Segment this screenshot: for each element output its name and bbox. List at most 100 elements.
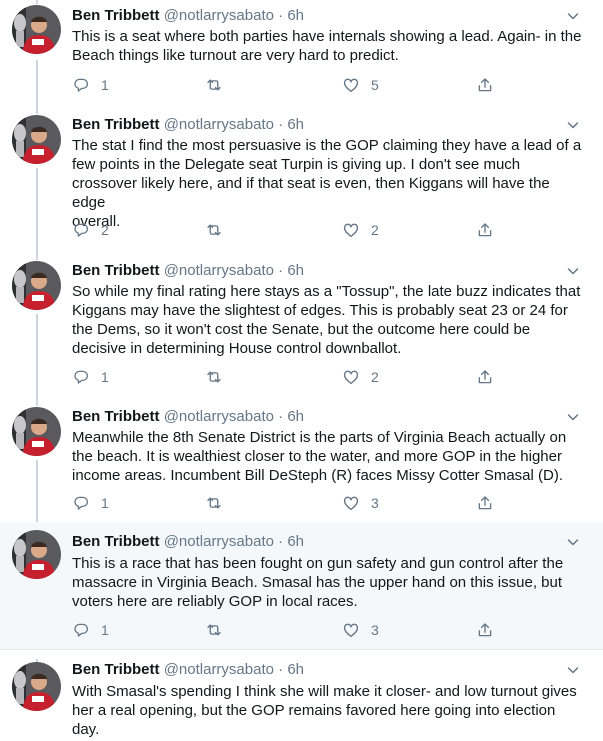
reply-button[interactable]: 1 xyxy=(72,620,109,640)
like-icon xyxy=(342,368,360,386)
like-count: 2 xyxy=(371,222,379,238)
tweet-line: the beach. It is wealthiest closer to th… xyxy=(72,448,562,465)
tweet-line: massacre in Virginia Beach. Smasal has t… xyxy=(72,574,563,591)
author-name[interactable]: Ben Tribbett xyxy=(72,262,160,279)
reply-button[interactable]: 1 xyxy=(72,493,109,513)
like-button[interactable]: 3 xyxy=(342,620,379,640)
avatar[interactable] xyxy=(12,261,61,310)
tweet-line: So while my final rating here stays as a… xyxy=(72,283,581,300)
tweet-line: income areas. Incumbent Bill DeSteph (R)… xyxy=(72,467,563,484)
share-button[interactable] xyxy=(476,75,494,95)
like-count: 5 xyxy=(371,77,379,93)
tweet-3[interactable]: Ben Tribbett @notlarrysabato · 6h So whi… xyxy=(0,258,603,404)
reply-icon xyxy=(72,76,90,94)
tweet-line: the Dems, so it won't cost the Senate, b… xyxy=(72,321,531,338)
share-button[interactable] xyxy=(476,493,494,513)
tweet-4[interactable]: Ben Tribbett @notlarrysabato · 6h Meanwh… xyxy=(0,404,603,522)
like-button[interactable]: 2 xyxy=(342,220,379,240)
author-handle[interactable]: @notlarrysabato xyxy=(164,7,274,24)
like-button[interactable]: 5 xyxy=(342,75,379,95)
tweet-line: This is a race that has been fought on g… xyxy=(72,555,564,572)
author-handle[interactable]: @notlarrysabato xyxy=(164,661,274,678)
avatar[interactable] xyxy=(12,407,61,456)
avatar[interactable] xyxy=(12,115,61,164)
tweet-6[interactable]: Ben Tribbett @notlarrysabato · 6h With S… xyxy=(0,650,603,741)
like-icon xyxy=(342,494,360,512)
author-name[interactable]: Ben Tribbett xyxy=(72,7,160,24)
share-icon xyxy=(476,221,494,239)
like-count: 2 xyxy=(371,369,379,385)
chevron-down-icon[interactable] xyxy=(565,409,581,425)
like-icon xyxy=(342,221,360,239)
separator-dot: · xyxy=(278,262,284,279)
share-button[interactable] xyxy=(476,367,494,387)
author-name[interactable]: Ben Tribbett xyxy=(72,661,160,678)
tweet-text: Meanwhile the 8th Senate District is the… xyxy=(72,428,587,485)
author-handle[interactable]: @notlarrysabato xyxy=(164,116,274,133)
reply-button[interactable]: 1 xyxy=(72,75,109,95)
reply-count: 1 xyxy=(101,495,109,511)
reply-button[interactable]: 1 xyxy=(72,367,109,387)
retweet-button[interactable] xyxy=(205,75,234,95)
timestamp[interactable]: 6h xyxy=(287,116,304,133)
chevron-down-icon[interactable] xyxy=(565,263,581,279)
reply-icon xyxy=(72,368,90,386)
share-icon xyxy=(476,494,494,512)
avatar[interactable] xyxy=(12,530,61,579)
separator-dot: · xyxy=(278,408,284,425)
reply-count: 1 xyxy=(101,77,109,93)
tweet-1[interactable]: Ben Tribbett @notlarrysabato · 6h This i… xyxy=(0,0,603,112)
tweet-text: This is a race that has been fought on g… xyxy=(72,554,587,611)
reply-button[interactable]: 2 xyxy=(72,220,109,240)
tweet-thread: Ben Tribbett @notlarrysabato · 6h This i… xyxy=(0,0,603,741)
reply-count: 1 xyxy=(101,369,109,385)
tweet-5[interactable]: Ben Tribbett @notlarrysabato · 6h This i… xyxy=(0,522,603,649)
reply-icon xyxy=(72,221,90,239)
like-button[interactable]: 3 xyxy=(342,493,379,513)
author-handle[interactable]: @notlarrysabato xyxy=(164,262,274,279)
separator-dot: · xyxy=(278,661,284,678)
retweet-button[interactable] xyxy=(205,620,234,640)
chevron-down-icon[interactable] xyxy=(565,117,581,133)
retweet-icon xyxy=(205,494,223,512)
avatar[interactable] xyxy=(12,5,61,54)
timestamp[interactable]: 6h xyxy=(287,533,304,550)
tweet-line: decisive in determining House control do… xyxy=(72,340,402,357)
share-button[interactable] xyxy=(476,620,494,640)
reply-icon xyxy=(72,494,90,512)
retweet-icon xyxy=(205,221,223,239)
author-name[interactable]: Ben Tribbett xyxy=(72,116,160,133)
separator-dot: · xyxy=(278,533,284,550)
tweet-line: Beach things like turnout are very hard … xyxy=(72,47,399,64)
retweet-button[interactable] xyxy=(205,367,234,387)
timestamp[interactable]: 6h xyxy=(287,7,304,24)
timestamp[interactable]: 6h xyxy=(287,408,304,425)
avatar[interactable] xyxy=(12,662,61,711)
retweet-button[interactable] xyxy=(205,493,234,513)
tweet-text: So while my final rating here stays as a… xyxy=(72,282,587,358)
reply-count: 1 xyxy=(101,622,109,638)
author-name[interactable]: Ben Tribbett xyxy=(72,533,160,550)
timestamp[interactable]: 6h xyxy=(287,661,304,678)
reply-count: 2 xyxy=(101,222,109,238)
like-icon xyxy=(342,621,360,639)
chevron-down-icon[interactable] xyxy=(565,662,581,678)
share-button[interactable] xyxy=(476,220,494,240)
chevron-down-icon[interactable] xyxy=(565,8,581,24)
timestamp[interactable]: 6h xyxy=(287,262,304,279)
tweet-text: The stat I find the most persuasive is t… xyxy=(72,136,587,231)
like-button[interactable]: 2 xyxy=(342,367,379,387)
chevron-down-icon[interactable] xyxy=(565,534,581,550)
retweet-icon xyxy=(205,76,223,94)
retweet-icon xyxy=(205,368,223,386)
retweet-icon xyxy=(205,621,223,639)
like-icon xyxy=(342,76,360,94)
retweet-button[interactable] xyxy=(205,220,234,240)
author-handle[interactable]: @notlarrysabato xyxy=(164,408,274,425)
author-handle[interactable]: @notlarrysabato xyxy=(164,533,274,550)
separator-dot: · xyxy=(278,7,284,24)
author-name[interactable]: Ben Tribbett xyxy=(72,408,160,425)
tweet-line: The stat I find the most persuasive is t… xyxy=(72,137,582,154)
tweet-text: This is a seat where both parties have i… xyxy=(72,27,587,65)
tweet-2[interactable]: Ben Tribbett @notlarrysabato · 6h The st… xyxy=(0,112,603,258)
